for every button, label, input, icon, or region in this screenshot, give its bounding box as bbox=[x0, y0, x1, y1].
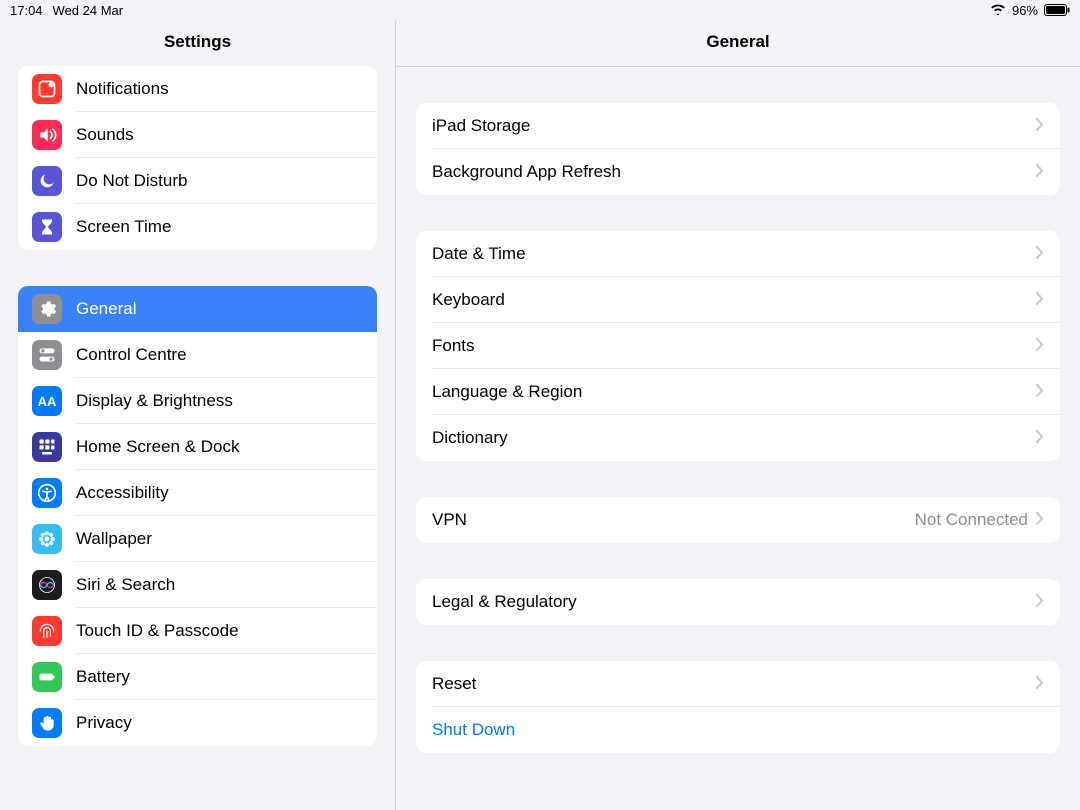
row-label: Keyboard bbox=[432, 290, 1036, 310]
sidebar-item-label: Accessibility bbox=[76, 483, 363, 503]
chevron-right-icon bbox=[1036, 382, 1044, 402]
sidebar-item-label: Do Not Disturb bbox=[76, 171, 363, 191]
sidebar-item-label: Display & Brightness bbox=[76, 391, 363, 411]
content-pane: General iPad Storage Background App Refre… bbox=[396, 20, 1080, 810]
notifications-icon bbox=[32, 74, 62, 104]
chevron-right-icon bbox=[1036, 674, 1044, 694]
chevron-right-icon bbox=[1036, 592, 1044, 612]
row-legal[interactable]: Legal & Regulatory bbox=[416, 579, 1060, 625]
sidebar-item-display[interactable]: AA Display & Brightness bbox=[18, 378, 377, 424]
row-shutdown[interactable]: Shut Down bbox=[416, 707, 1060, 753]
row-vpn[interactable]: VPNNot Connected bbox=[416, 497, 1060, 543]
row-label: Reset bbox=[432, 674, 1036, 694]
row-label: Dictionary bbox=[432, 428, 1036, 448]
row-label: Date & Time bbox=[432, 244, 1036, 264]
chevron-right-icon bbox=[1036, 116, 1044, 136]
row-dictionary[interactable]: Dictionary bbox=[416, 415, 1060, 461]
sidebar-item-accessibility[interactable]: Accessibility bbox=[18, 470, 377, 516]
chevron-right-icon bbox=[1036, 162, 1044, 182]
row-label: Language & Region bbox=[432, 382, 1036, 402]
chevron-right-icon bbox=[1036, 428, 1044, 448]
sidebar-item-screentime[interactable]: Screen Time bbox=[18, 204, 377, 250]
sidebar-item-label: Battery bbox=[76, 667, 363, 687]
sidebar-item-homescreen[interactable]: Home Screen & Dock bbox=[18, 424, 377, 470]
sidebar-item-label: Wallpaper bbox=[76, 529, 363, 549]
row-fonts[interactable]: Fonts bbox=[416, 323, 1060, 369]
status-date: Wed 24 Mar bbox=[53, 3, 124, 18]
accessibility-icon bbox=[32, 478, 62, 508]
wifi-icon bbox=[990, 3, 1006, 18]
battery-icon bbox=[32, 662, 62, 692]
row-label: Shut Down bbox=[432, 720, 1044, 740]
sidebar-item-label: Sounds bbox=[76, 125, 363, 145]
grid-icon bbox=[32, 432, 62, 462]
row-label: Legal & Regulatory bbox=[432, 592, 1036, 612]
sidebar-item-sounds[interactable]: Sounds bbox=[18, 112, 377, 158]
sidebar-item-label: General bbox=[76, 299, 363, 319]
row-ipadstorage[interactable]: iPad Storage bbox=[416, 103, 1060, 149]
sidebar-item-siri[interactable]: Siri & Search bbox=[18, 562, 377, 608]
sidebar-item-notifications[interactable]: Notifications bbox=[18, 66, 377, 112]
sidebar-item-controlcentre[interactable]: Control Centre bbox=[18, 332, 377, 378]
sidebar-item-label: Siri & Search bbox=[76, 575, 363, 595]
status-battery-percent: 96% bbox=[1012, 3, 1038, 18]
sounds-icon bbox=[32, 120, 62, 150]
sidebar-item-label: Control Centre bbox=[76, 345, 363, 365]
row-label: Background App Refresh bbox=[432, 162, 1036, 182]
hand-icon bbox=[32, 708, 62, 738]
sidebar-item-label: Home Screen & Dock bbox=[76, 437, 363, 457]
row-value: Not Connected bbox=[915, 510, 1028, 530]
chevron-right-icon bbox=[1036, 510, 1044, 530]
sidebar-title: Settings bbox=[0, 20, 395, 66]
sidebar-item-wallpaper[interactable]: Wallpaper bbox=[18, 516, 377, 562]
battery-icon bbox=[1044, 4, 1070, 16]
sidebar-item-dnd[interactable]: Do Not Disturb bbox=[18, 158, 377, 204]
sidebar: Settings Notifications Sounds Do Not Distu… bbox=[0, 20, 396, 810]
row-reset[interactable]: Reset bbox=[416, 661, 1060, 707]
siri-icon bbox=[32, 570, 62, 600]
flower-icon bbox=[32, 524, 62, 554]
sidebar-item-general[interactable]: General bbox=[18, 286, 377, 332]
sidebar-item-touchid[interactable]: Touch ID & Passcode bbox=[18, 608, 377, 654]
sidebar-item-battery[interactable]: Battery bbox=[18, 654, 377, 700]
row-label: VPN bbox=[432, 510, 915, 530]
chevron-right-icon bbox=[1036, 290, 1044, 310]
hourglass-icon bbox=[32, 212, 62, 242]
row-datetime[interactable]: Date & Time bbox=[416, 231, 1060, 277]
content-title: General bbox=[396, 20, 1080, 67]
row-label: iPad Storage bbox=[432, 116, 1036, 136]
chevron-right-icon bbox=[1036, 244, 1044, 264]
sidebar-item-label: Privacy bbox=[76, 713, 363, 733]
row-language[interactable]: Language & Region bbox=[416, 369, 1060, 415]
sidebar-item-privacy[interactable]: Privacy bbox=[18, 700, 377, 746]
moon-icon bbox=[32, 166, 62, 196]
aa-icon: AA bbox=[32, 386, 62, 416]
row-label: Fonts bbox=[432, 336, 1036, 356]
toggles-icon bbox=[32, 340, 62, 370]
sidebar-item-label: Notifications bbox=[76, 79, 363, 99]
gear-icon bbox=[32, 294, 62, 324]
sidebar-item-label: Screen Time bbox=[76, 217, 363, 237]
row-bgrefresh[interactable]: Background App Refresh bbox=[416, 149, 1060, 195]
fingerprint-icon bbox=[32, 616, 62, 646]
status-time: 17:04 bbox=[10, 3, 43, 18]
status-bar: 17:04 Wed 24 Mar 96% bbox=[0, 0, 1080, 20]
chevron-right-icon bbox=[1036, 336, 1044, 356]
sidebar-item-label: Touch ID & Passcode bbox=[76, 621, 363, 641]
row-keyboard[interactable]: Keyboard bbox=[416, 277, 1060, 323]
